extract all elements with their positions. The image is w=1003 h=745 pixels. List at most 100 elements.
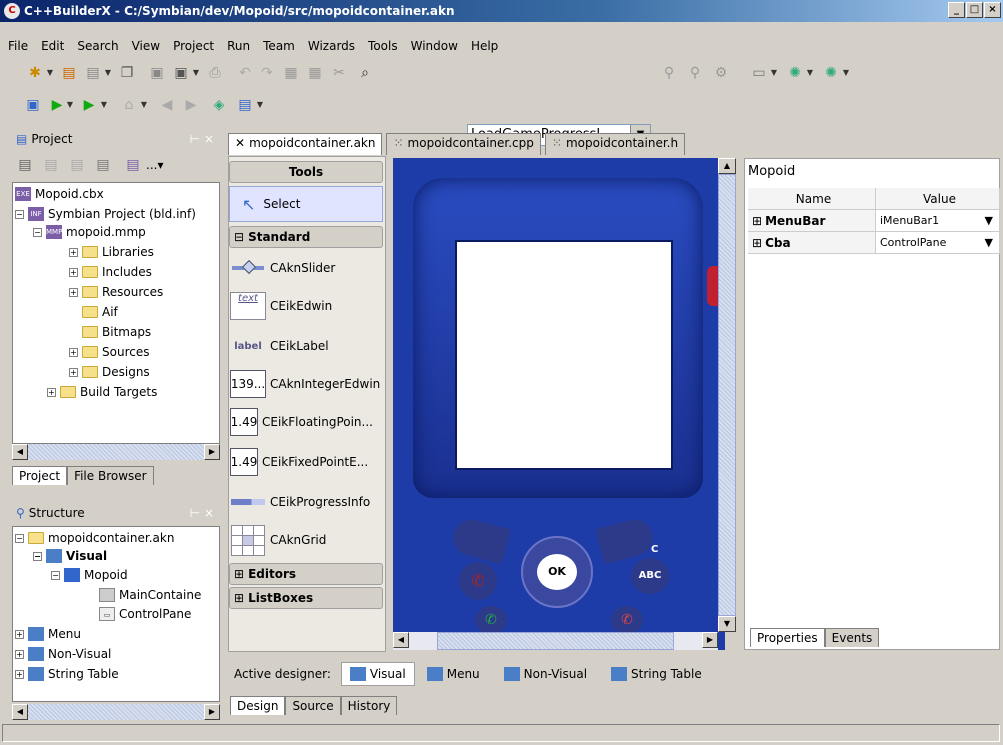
tree-item[interactable]: Bitmaps [82,323,151,341]
layout-icon[interactable]: ▤ [236,96,254,114]
tool-icon[interactable]: ⚙ [712,64,730,82]
menu-wizards[interactable]: Wizards [308,39,355,53]
expand-icon[interactable]: + [69,267,78,277]
chevron-down-icon[interactable]: ▼ [806,64,814,82]
close-icon[interactable]: ⊢ × [190,506,214,520]
palette-item[interactable]: 139... CAknIntegerEdwin [230,366,382,402]
tree-item[interactable]: − Mopoid [51,566,128,584]
maximize-button[interactable]: □ [966,2,983,18]
listboxes-header[interactable]: ⊞ ListBoxes [229,587,383,609]
menu-project[interactable]: Project [173,39,214,53]
expand-icon[interactable]: + [47,387,56,397]
palette-item[interactable]: 1.49 CEikFloatingPoin... [230,404,382,440]
menu-file[interactable]: File [8,39,28,53]
run-icon[interactable]: ▶ [48,96,66,114]
close-icon[interactable]: ✕ [235,136,245,150]
tab-cpp[interactable]: ⁙ mopoidcontainer.cpp [386,133,541,155]
chevron-down-icon[interactable]: ▼ [66,96,74,114]
tools-header[interactable]: Tools [229,161,383,183]
chevron-down-icon[interactable]: ▼ [985,236,993,249]
help-icon[interactable]: ◈ [210,96,228,114]
minimize-button[interactable]: _ [948,2,965,18]
chevron-down-icon[interactable]: ▼ [842,64,850,82]
run-config-icon[interactable]: ▭ [750,64,768,82]
scroll-right-icon[interactable]: ▶ [204,444,220,460]
collapse-icon[interactable]: − [33,227,42,237]
tree-item[interactable]: + Includes [69,263,152,281]
tree-item[interactable]: + String Table [15,665,119,683]
chevron-down-icon[interactable]: ▼ [770,64,778,82]
editors-header[interactable]: ⊞ Editors [229,563,383,585]
project-tool-icon[interactable]: ▤ [16,156,34,174]
scroll-up-icon[interactable]: ▲ [718,158,736,174]
undo-icon[interactable]: ↶ [236,64,254,82]
scroll-down-icon[interactable]: ▼ [718,616,736,632]
project-tool-icon[interactable]: ▤ [94,156,112,174]
menu-help[interactable]: Help [471,39,498,53]
tree-item[interactable]: Aif [82,303,118,321]
designer-nonvisual[interactable]: Non-Visual [503,667,587,681]
scroll-right-icon[interactable]: ▶ [204,704,220,720]
scroll-left-icon[interactable]: ◀ [12,444,28,460]
palette-item[interactable]: text CEikEdwin [230,288,382,324]
chevron-down-icon[interactable]: ▼ [100,96,108,114]
expand-icon[interactable]: ⊞ [752,214,762,228]
print-icon[interactable]: ⎙ [206,64,224,82]
palette-item[interactable]: label CEikLabel [230,328,382,364]
tab-file-browser[interactable]: File Browser [67,466,154,485]
more-icon[interactable]: ...▾ [146,158,163,172]
property-value[interactable]: iMenuBar1 ▼ [876,210,1000,231]
tree-item[interactable]: + Resources [69,283,163,301]
collapse-icon[interactable]: − [33,551,42,561]
tree-item[interactable]: − MMP mopoid.mmp [33,223,146,241]
debug-icon[interactable]: ▣ [24,96,42,114]
find-icon[interactable]: ⚲ [660,64,678,82]
tab-project[interactable]: Project [12,466,68,485]
collapse-icon[interactable]: − [15,209,24,219]
tree-item[interactable]: − mopoidcontainer.akn [15,529,174,547]
tree-item[interactable]: − INF Symbian Project (bld.inf) [15,205,196,223]
property-value[interactable]: ControlPane ▼ [876,232,1000,253]
chevron-down-icon[interactable]: ▼ [46,64,54,82]
build-icon[interactable]: ✺ [786,64,804,82]
tree-item[interactable]: + Designs [69,363,150,381]
tree-item[interactable]: + Sources [69,343,149,361]
standard-header[interactable]: ⊟ Standard [229,226,383,248]
run-debug-icon[interactable]: ▶ [80,96,98,114]
tree-item[interactable]: EXE Mopoid.cbx [15,185,104,203]
property-row[interactable]: ⊞ MenuBar iMenuBar1 ▼ [748,210,1000,232]
chevron-down-icon[interactable]: ▼ [985,214,993,227]
expand-icon[interactable]: + [69,247,78,257]
tree-item[interactable]: MainContaine [99,586,201,604]
expand-icon[interactable]: + [15,669,24,679]
structure-hscrollbar[interactable]: ◀ ▶ [12,704,220,720]
canvas-hscrollbar[interactable]: ◀ ▶ [393,632,718,650]
home-icon[interactable]: ⌂ [120,96,138,114]
menu-search[interactable]: Search [77,39,118,53]
copy-icon[interactable]: ❐ [118,64,136,82]
menu-view[interactable]: View [132,39,160,53]
expand-icon[interactable]: ⊞ [752,236,762,250]
palette-item[interactable]: CAknGrid [230,522,382,558]
tree-item[interactable]: + Non-Visual [15,645,111,663]
save-icon[interactable]: ▣ [148,64,166,82]
cut-icon[interactable]: ✂ [330,64,348,82]
scroll-right-icon[interactable]: ▶ [702,632,718,648]
new-icon[interactable]: ✱ [26,64,44,82]
new-file-icon[interactable]: ▤ [60,64,78,82]
tree-item[interactable]: ▭ ControlPane [99,605,191,623]
menu-run[interactable]: Run [227,39,250,53]
copy2-icon[interactable]: ▦ [306,64,324,82]
scroll-thumb[interactable] [437,632,674,650]
close-icon[interactable]: ⁙ [393,136,403,150]
palette-item[interactable]: CEikProgressInfo [230,484,382,520]
menu-window[interactable]: Window [411,39,458,53]
scroll-left-icon[interactable]: ◀ [12,704,28,720]
tree-item[interactable]: + Libraries [69,243,154,261]
expand-icon[interactable]: + [69,367,78,377]
menu-tools[interactable]: Tools [368,39,398,53]
palette-item[interactable]: 1.49 CEikFixedPointE... [230,444,382,480]
find-next-icon[interactable]: ⚲ [686,64,704,82]
chevron-down-icon[interactable]: ▼ [104,64,112,82]
project-tool-icon[interactable]: ▤ [124,156,142,174]
